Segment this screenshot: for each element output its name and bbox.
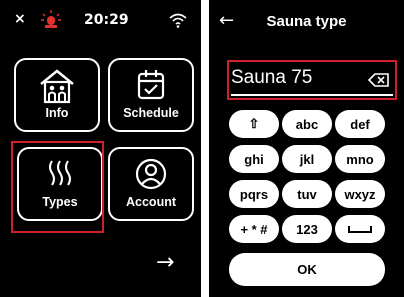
key-mno[interactable]: mno xyxy=(335,145,385,173)
tile-label: Account xyxy=(126,195,176,209)
input-value: Sauna 75 xyxy=(231,67,313,88)
key-ghi[interactable]: ghi xyxy=(229,145,279,173)
text-input-field[interactable]: Sauna 75 xyxy=(227,60,397,100)
key-wxyz[interactable]: wxyz xyxy=(335,180,385,208)
highlight-box xyxy=(11,141,104,233)
header: ← Sauna type xyxy=(209,10,404,33)
clock: 20:29 xyxy=(84,12,129,28)
space-bar-icon xyxy=(348,226,372,233)
next-arrow[interactable]: → xyxy=(156,250,174,275)
tile-schedule[interactable]: Schedule xyxy=(108,58,194,132)
user-circle-icon xyxy=(135,158,167,190)
tile-account[interactable]: Account xyxy=(108,147,194,221)
backspace-icon[interactable] xyxy=(368,72,390,88)
alarm-light-icon xyxy=(41,10,61,28)
status-bar: × 20:29 xyxy=(14,10,187,31)
key-space[interactable] xyxy=(335,215,385,243)
key-symbols[interactable]: + * # xyxy=(229,215,279,243)
sauna-house-icon xyxy=(40,69,74,104)
key-abc[interactable]: abc xyxy=(282,110,332,138)
key-shift[interactable]: ⇧ xyxy=(229,110,279,138)
key-numbers[interactable]: 123 xyxy=(282,215,332,243)
tile-label: Schedule xyxy=(123,106,179,120)
key-jkl[interactable]: jkl xyxy=(282,145,332,173)
tile-label: Info xyxy=(45,106,69,120)
tile-info[interactable]: Info xyxy=(14,58,100,132)
ok-button[interactable]: OK xyxy=(229,253,385,286)
close-button[interactable]: × xyxy=(14,11,26,27)
calendar-check-icon xyxy=(137,70,165,100)
keyboard-screen: ← Sauna type Sauna 75 ⇧ abc def ghi jkl … xyxy=(209,0,404,297)
key-def[interactable]: def xyxy=(335,110,385,138)
wifi-icon xyxy=(169,13,187,28)
home-screen: × 20:29 Info Schedule Types Account → xyxy=(0,0,201,297)
page-title: Sauna type xyxy=(266,13,347,30)
key-tuv[interactable]: tuv xyxy=(282,180,332,208)
key-pqrs[interactable]: pqrs xyxy=(229,180,279,208)
input-underline xyxy=(231,94,393,96)
